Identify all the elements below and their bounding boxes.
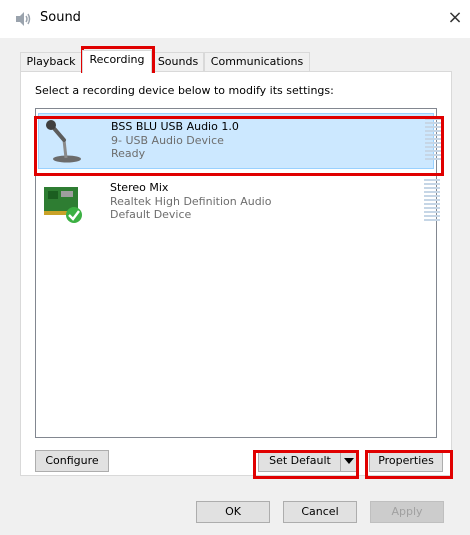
- device-item-bss-blu[interactable]: BSS BLU USB Audio 1.0 9- USB Audio Devic…: [38, 113, 441, 169]
- microphone-icon: [46, 120, 81, 163]
- device-status: Ready: [111, 147, 146, 160]
- dialog-body: Playback Recording Sounds Communications…: [0, 38, 470, 535]
- device-list[interactable]: BSS BLU USB Audio 1.0 9- USB Audio Devic…: [35, 108, 441, 438]
- sound-card-default-icon: [44, 187, 82, 223]
- cancel-button[interactable]: Cancel: [283, 501, 357, 523]
- set-default-button[interactable]: Set Default: [258, 450, 358, 472]
- device-description: Realtek High Definition Audio: [110, 195, 272, 208]
- level-meter: [424, 179, 440, 225]
- properties-button[interactable]: Properties: [369, 450, 443, 472]
- instruction-text: Select a recording device below to modif…: [35, 84, 334, 97]
- close-button[interactable]: ×: [445, 6, 465, 30]
- device-status: Default Device: [110, 208, 192, 221]
- level-meter: [425, 118, 441, 164]
- window-title: Sound: [40, 10, 81, 25]
- set-default-label: Set Default: [269, 454, 331, 467]
- tab-communications[interactable]: Communications: [204, 52, 310, 72]
- title-bar: Sound ×: [0, 0, 470, 38]
- speaker-icon: [16, 12, 31, 26]
- recording-tab-panel: Select a recording device below to modif…: [20, 71, 452, 476]
- tab-sounds[interactable]: Sounds: [152, 52, 204, 72]
- device-description: 9- USB Audio Device: [111, 134, 224, 147]
- device-name: BSS BLU USB Audio 1.0: [111, 120, 239, 133]
- ok-button[interactable]: OK: [196, 501, 270, 523]
- tab-playback[interactable]: Playback: [20, 52, 82, 72]
- dropdown-arrow-icon[interactable]: [340, 451, 357, 471]
- device-name: Stereo Mix: [110, 181, 169, 194]
- device-item-stereo-mix[interactable]: Stereo Mix Realtek High Definition Audio…: [38, 175, 440, 231]
- configure-button[interactable]: Configure: [35, 450, 109, 472]
- apply-button[interactable]: Apply: [370, 501, 444, 523]
- tab-recording[interactable]: Recording: [82, 50, 152, 73]
